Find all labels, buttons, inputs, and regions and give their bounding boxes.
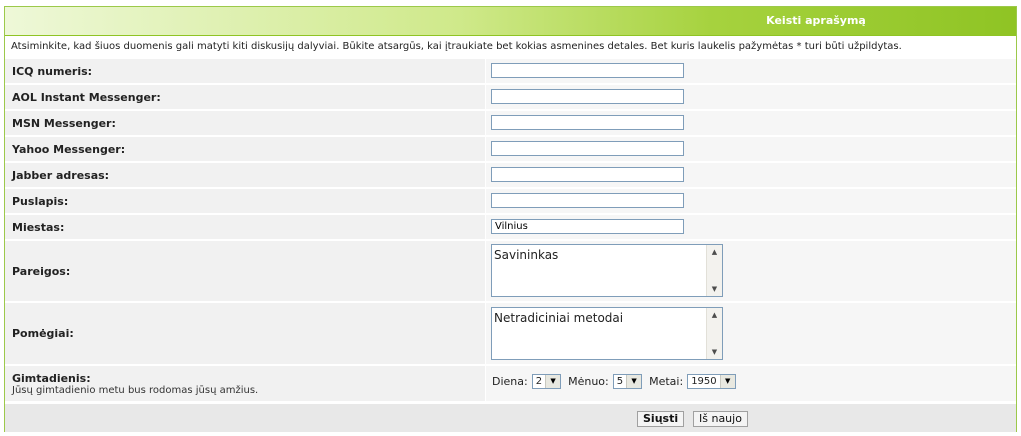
form-row-aol: AOL Instant Messenger: [5,85,1016,110]
month-select[interactable]: 5 ▼ [612,374,643,389]
occupation-label: Pareigos: [12,264,71,278]
chevron-down-icon: ▼ [626,375,642,388]
reset-button[interactable]: Iš naujo [693,411,748,427]
form-row-interests: Pomėgiai: Netradiciniai metodai ▲ ▼ [5,303,1016,365]
panel-header: Keisti aprašymą [5,7,1016,36]
occupation-scrollbar[interactable]: ▲ ▼ [706,245,722,296]
form-row-website: Puslapis: [5,189,1016,214]
profile-form-panel: Keisti aprašymą Atsiminkite, kad šiuos d… [4,6,1017,432]
day-select[interactable]: 2 ▼ [531,374,562,389]
scroll-up-icon[interactable]: ▲ [707,308,722,322]
chevron-down-icon: ▼ [719,375,735,388]
yahoo-input[interactable] [491,141,684,156]
chevron-down-icon: ▼ [545,375,561,388]
form-row-location: Miestas: [5,215,1016,240]
panel-title: Keisti aprašymą [766,14,866,27]
location-input[interactable] [491,219,684,234]
msn-label: MSN Messenger: [12,116,116,130]
birthday-selectors: Diena: 2 ▼ Mėnuo: 5 ▼ Metai: 1950 ▼ [492,374,743,389]
form-row-occupation: Pareigos: Savininkas ▲ ▼ [5,241,1016,302]
form-row-birthday: Gimtadienis: Jūsų gimtadienio metu bus r… [5,366,1016,402]
privacy-notice: Atsiminkite, kad šiuos duomenis gali mat… [5,36,1016,58]
day-value: 2 [535,376,543,387]
birthday-label: Gimtadienis: [12,371,91,385]
website-input[interactable] [491,193,684,208]
year-value: 1950 [691,376,717,387]
year-select[interactable]: 1950 ▼ [687,374,736,389]
form-actions: Siųsti Iš naujo [5,403,1016,432]
month-label: Mėnuo: [568,375,609,388]
location-label: Miestas: [12,220,65,234]
icq-label: ICQ numeris: [12,64,93,78]
month-value: 5 [616,376,624,387]
interests-scrollbar[interactable]: ▲ ▼ [706,308,722,359]
birthday-hint: Jūsų gimtadienio metu bus rodomas jūsų a… [12,384,259,396]
interests-textarea[interactable]: Netradiciniai metodai ▲ ▼ [491,307,723,360]
jabber-input[interactable] [491,167,684,182]
aol-label: AOL Instant Messenger: [12,90,161,104]
yahoo-label: Yahoo Messenger: [12,142,126,156]
interests-label: Pomėgiai: [12,327,74,340]
interests-text: Netradiciniai metodai [494,311,624,325]
icq-input[interactable] [491,63,684,78]
form-row-yahoo: Yahoo Messenger: [5,137,1016,162]
scroll-down-icon[interactable]: ▼ [707,345,722,359]
scroll-up-icon[interactable]: ▲ [707,245,722,259]
form-row-jabber: Jabber adresas: [5,163,1016,188]
scroll-down-icon[interactable]: ▼ [707,282,722,296]
occupation-textarea[interactable]: Savininkas ▲ ▼ [491,244,723,297]
year-label: Metai: [649,375,684,388]
form-row-msn: MSN Messenger: [5,111,1016,136]
occupation-text: Savininkas [494,248,559,262]
msn-input[interactable] [491,115,684,130]
website-label: Puslapis: [12,194,69,208]
jabber-label: Jabber adresas: [12,168,110,182]
aol-input[interactable] [491,89,684,104]
form-row-icq: ICQ numeris: [5,59,1016,84]
submit-button[interactable]: Siųsti [637,411,685,427]
day-label: Diena: [492,375,528,388]
